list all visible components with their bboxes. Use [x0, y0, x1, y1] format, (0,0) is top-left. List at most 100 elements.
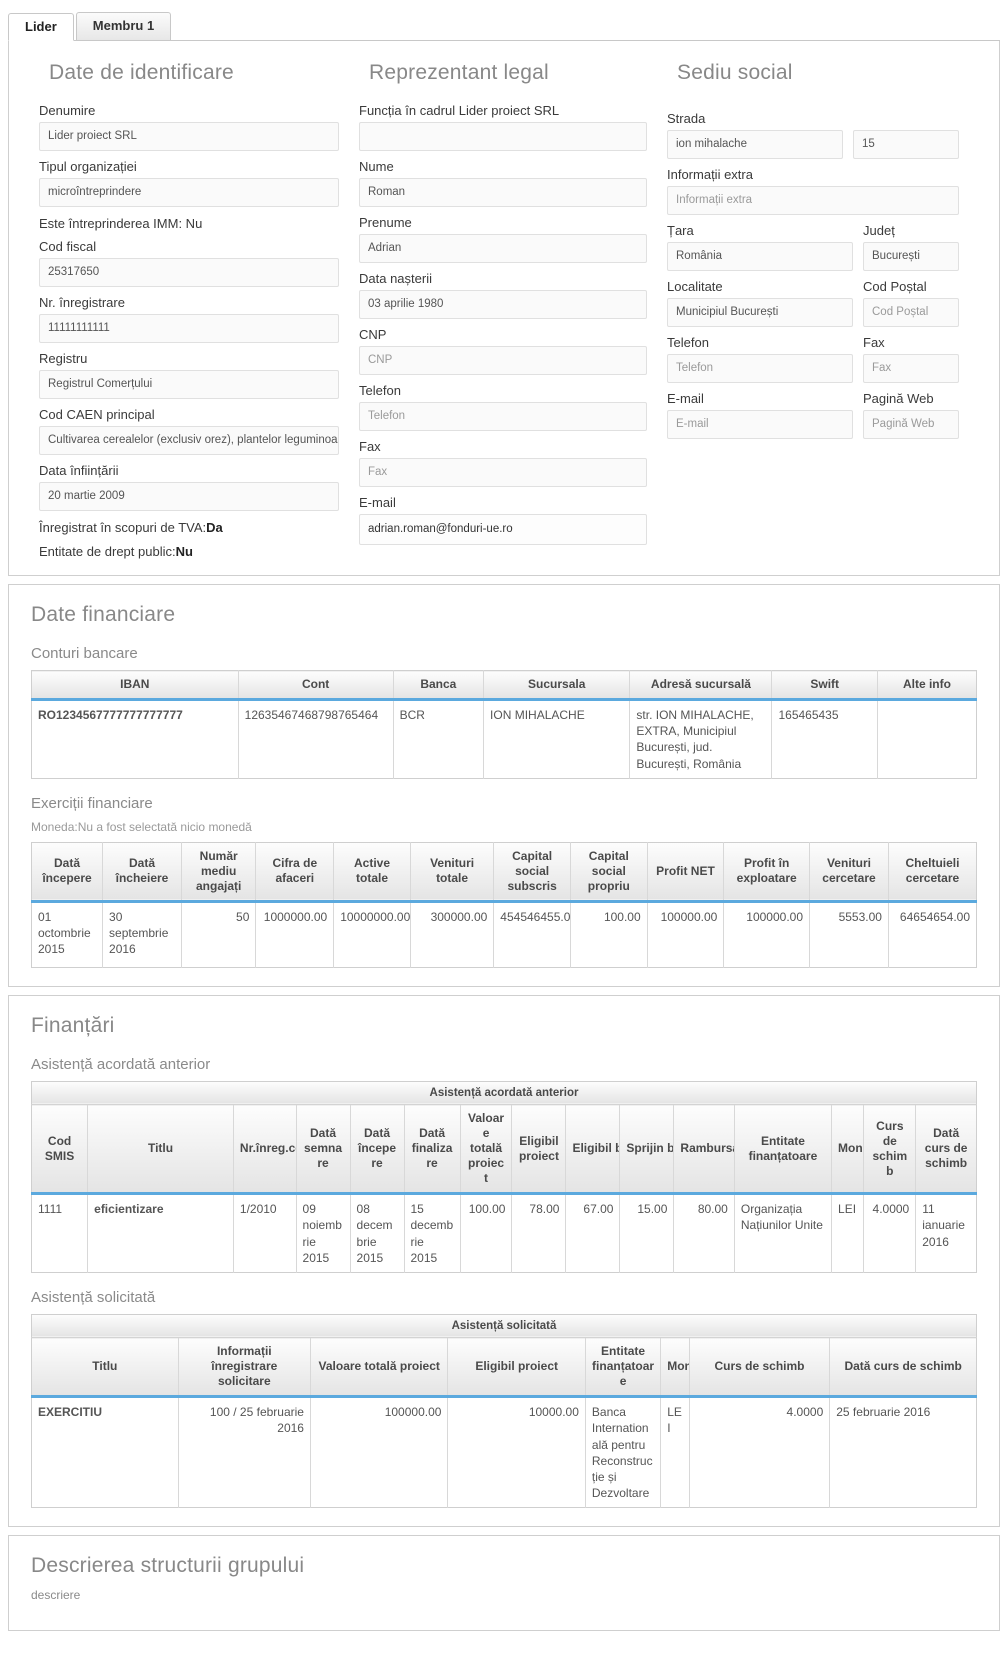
label-cod-postal: Cod Poștal [863, 279, 927, 294]
col-valoare-totala-proiect: Valoare totală proiect [310, 1337, 449, 1399]
row-strada: Strada ion mihalache 15 [667, 103, 959, 159]
cell-profit-exploatare: 100000.00 [723, 901, 811, 968]
group-header-asistenta-anterior: Asistență acordată anterior [31, 1081, 977, 1106]
col-cheltuieli-cercetare: Cheltuieli cercetare [888, 842, 977, 903]
col-entitate-finantatoare: Entitate finanțatoare [585, 1337, 662, 1399]
col-data-incepere: Dată începere [31, 842, 104, 903]
input-telefon-sediu[interactable]: Telefon [667, 354, 853, 383]
input-tipul-organizatiei[interactable]: microîntreprindere [39, 178, 339, 207]
input-data-nasterii[interactable]: 03 aprilie 1980 [359, 290, 647, 319]
field-email-sediu: E-mail E-mail [667, 383, 853, 439]
section-title-descrierea-structurii: Descrierea structurii grupului [31, 1554, 305, 1578]
table-head-exercitii-financiare: Dată începere Dată încheiere Număr mediu… [31, 842, 977, 903]
cell-venituri-totale: 300000.00 [410, 901, 495, 968]
table-row[interactable]: 1111 eficientizare 1/2010 09 noiembrie 2… [31, 1193, 977, 1273]
input-localitate[interactable]: Municipiul București [667, 298, 853, 327]
cell-capital-social-subscris: 454546455.00 [493, 901, 571, 968]
col-data-incepere: Dată începere [350, 1104, 405, 1196]
text-descriere: descriere [31, 1588, 81, 1603]
col-eligibil-proiect: Eligibil proiect [447, 1337, 586, 1399]
cell-venituri-cercetare: 5553.00 [809, 901, 889, 968]
col-cod-smis: Cod SMIS [31, 1104, 89, 1196]
input-cod-caen[interactable]: Cultivarea cerealelor (exclusiv orez), p… [39, 426, 339, 455]
section-title-sediu-social: Sediu social [677, 61, 793, 84]
input-telefon-reprezentant[interactable]: Telefon [359, 402, 647, 431]
input-prenume[interactable]: Adrian [359, 234, 647, 263]
input-strada[interactable]: ion mihalache [667, 130, 843, 159]
label-numar [853, 111, 959, 126]
table-wrap-exercitii-financiare: Dată începere Dată încheiere Număr mediu… [31, 841, 977, 968]
tabstrip: Lider Membru 1 [8, 5, 1000, 41]
col-capital-social-subscris: Capital social subscris [493, 842, 571, 903]
input-fax-reprezentant[interactable]: Fax [359, 458, 647, 487]
cell-curs-de-schimb: 4.0000 [863, 1193, 917, 1273]
status-imm-label: Este întreprinderea IMM: [39, 216, 183, 231]
cell-eligibil-proiect: 78.00 [511, 1193, 567, 1273]
status-drept-public-label: Entitate de drept public: [39, 544, 176, 559]
table-conturi-bancare: IBAN Cont Banca Sucursala Adresă sucursa… [31, 670, 977, 779]
col-data-curs-de-schimb: Dată curs de schimb [829, 1337, 977, 1399]
col-adresa-sucursala: Adresă sucursală [629, 670, 773, 701]
cell-curs-de-schimb: 4.0000 [689, 1396, 831, 1508]
label-fax-reprezentant: Fax [359, 439, 381, 454]
cell-titlu: eficientizare [87, 1193, 234, 1273]
status-drept-public-value: Nu [175, 544, 193, 559]
input-email-sediu[interactable]: E-mail [667, 410, 853, 439]
input-numar[interactable]: 15 [853, 130, 959, 159]
input-registru[interactable]: Registrul Comerțului [39, 370, 339, 399]
field-cod-postal: Cod Poștal Cod Poștal [863, 271, 959, 327]
input-fax-sediu[interactable]: Fax [863, 354, 959, 383]
input-nume[interactable]: Roman [359, 178, 647, 207]
field-judet: Județ București [863, 215, 959, 271]
label-informatii-extra: Informații extra [667, 167, 753, 182]
table-exercitii-financiare: Dată începere Dată încheiere Număr mediu… [31, 841, 977, 968]
label-strada: Strada [667, 111, 706, 126]
tab-membru-1-label: Membru 1 [92, 18, 155, 33]
col-titlu: Titlu [31, 1337, 179, 1399]
input-cnp[interactable]: CNP [359, 346, 647, 375]
column-sediu-social: Sediu social Strada ion mihalache 15 Inf… [657, 61, 969, 561]
cell-eligibil-proiect: 10000.00 [447, 1396, 586, 1508]
tab-lider[interactable]: Lider [8, 13, 74, 41]
input-email-reprezentant[interactable]: adrian.roman@fonduri-ue.ro [359, 514, 647, 545]
cell-swift: 165465435 [771, 699, 878, 779]
input-pagina-web[interactable]: Pagină Web [863, 410, 959, 439]
input-nr-inregistrare[interactable]: 11111111111 [39, 314, 339, 343]
input-tara[interactable]: România [667, 242, 853, 271]
section-title-date-financiare: Date financiare [31, 603, 176, 626]
tab-membru-1[interactable]: Membru 1 [75, 12, 172, 40]
cell-profit-net: 100000.00 [647, 901, 725, 968]
section-title-date-identificare: Date de identificare [49, 61, 234, 84]
input-informatii-extra[interactable]: Informații extra [667, 186, 959, 215]
field-localitate: Localitate Municipiul București [667, 271, 853, 327]
cell-data-incepere: 01 octombrie 2015 [31, 901, 104, 968]
input-cod-postal[interactable]: Cod Poștal [863, 298, 959, 327]
table-row[interactable]: 01 octombrie 2015 30 septembrie 2016 50 … [31, 901, 977, 968]
panel-finantari: Finanțări Asistență acordată anterior As… [8, 994, 1000, 1528]
note-moneda-value: Nu a fost selectată nicio monedă [77, 819, 252, 834]
input-functia[interactable] [359, 122, 647, 151]
panel-date-financiare: Date financiare Conturi bancare IBAN Con… [8, 584, 1000, 987]
status-tva: Înregistrat în scopuri de TVA:Da [39, 520, 339, 535]
col-titlu: Titlu [87, 1104, 234, 1196]
table-header-row: IBAN Cont Banca Sucursala Adresă sucursa… [31, 670, 977, 701]
cell-adresa-sucursala: str. ION MIHALACHE, EXTRA, Municipiul Bu… [629, 699, 773, 779]
table-row[interactable]: RO1234567777777777777 126354674687987654… [31, 699, 977, 779]
cell-cod-smis: 1111 [31, 1193, 89, 1273]
subsection-title-asistenta-solicitata: Asistență solicitată [31, 1288, 156, 1306]
input-data-infiintarii[interactable]: 20 martie 2009 [39, 482, 339, 511]
label-fax-sediu: Fax [863, 335, 885, 350]
col-data-finalizare: Dată finalizare [404, 1104, 461, 1196]
table-row[interactable]: EXERCITIU 100 / 25 februarie 2016 100000… [31, 1396, 977, 1508]
section-title-finantari: Finanțări [31, 1013, 115, 1037]
table-body-conturi-bancare: RO1234567777777777777 126354674687987654… [31, 699, 977, 779]
col-eligibil-beneficiar: Eligibil beneficiar [565, 1104, 621, 1196]
input-denumire[interactable]: Lider proiect SRL [39, 122, 339, 151]
identification-columns: Date de identificare Denumire Lider proi… [21, 61, 987, 561]
subsection-title-conturi-bancare: Conturi bancare [31, 645, 138, 662]
col-valoare-totala-proiect: Valoare totală proiect [460, 1104, 513, 1196]
cell-alte-info [877, 700, 976, 779]
table-body-asistenta-solicitata: EXERCITIU 100 / 25 februarie 2016 100000… [31, 1396, 977, 1508]
input-judet[interactable]: București [863, 242, 959, 271]
input-cod-fiscal[interactable]: 25317650 [39, 258, 339, 287]
